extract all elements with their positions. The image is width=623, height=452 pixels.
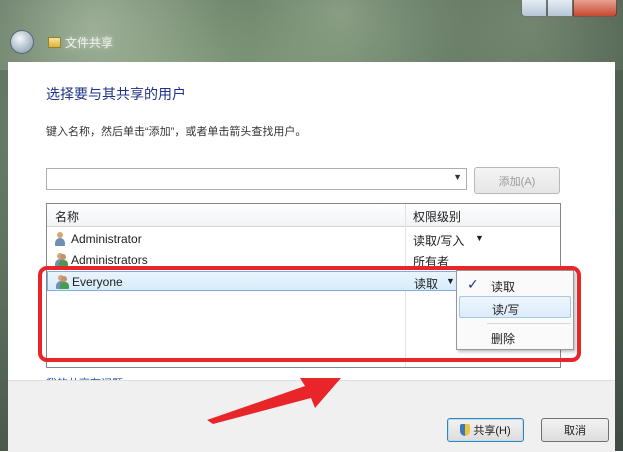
column-header-permission[interactable]: 权限级别 xyxy=(413,208,461,225)
group-icon xyxy=(53,253,68,267)
user-name: Administrators xyxy=(71,253,148,267)
permission-level[interactable]: 读取/写入 xyxy=(413,232,464,249)
dropdown-arrow-icon[interactable]: ▼ xyxy=(453,172,462,182)
window-title: 文件共享 xyxy=(65,36,114,50)
instruction-text: 键入名称，然后单击“添加”，或者单击箭头查找用户。 xyxy=(46,126,307,138)
list-header: 名称 权限级别 xyxy=(47,204,560,227)
user-name: Administrator xyxy=(71,232,142,246)
red-arrow-icon xyxy=(207,378,341,424)
dialog-heading: 选择要与其共享的用户 xyxy=(46,86,186,102)
share-button-label: 共享(H) xyxy=(473,425,511,437)
minimize-button[interactable] xyxy=(521,0,547,17)
table-row[interactable]: Administrator 读取/写入 ▼ xyxy=(47,229,560,249)
maximize-button[interactable] xyxy=(547,0,573,17)
red-highlight-box xyxy=(38,266,581,362)
back-button[interactable] xyxy=(10,30,34,54)
share-button[interactable]: 共享(H) xyxy=(447,418,524,442)
add-button[interactable]: 添加(A) xyxy=(474,167,560,194)
window-title-bar: 文件共享 xyxy=(48,34,113,51)
close-button[interactable] xyxy=(573,0,617,17)
cancel-button[interactable]: 取消 xyxy=(541,418,609,442)
column-header-name[interactable]: 名称 xyxy=(55,208,79,225)
user-icon xyxy=(53,232,67,246)
permission-dropdown-icon[interactable]: ▼ xyxy=(475,233,484,243)
user-name-combobox[interactable]: ▼ xyxy=(46,168,467,190)
window-controls xyxy=(521,0,617,17)
folder-icon xyxy=(48,37,61,48)
shield-icon xyxy=(460,424,471,436)
